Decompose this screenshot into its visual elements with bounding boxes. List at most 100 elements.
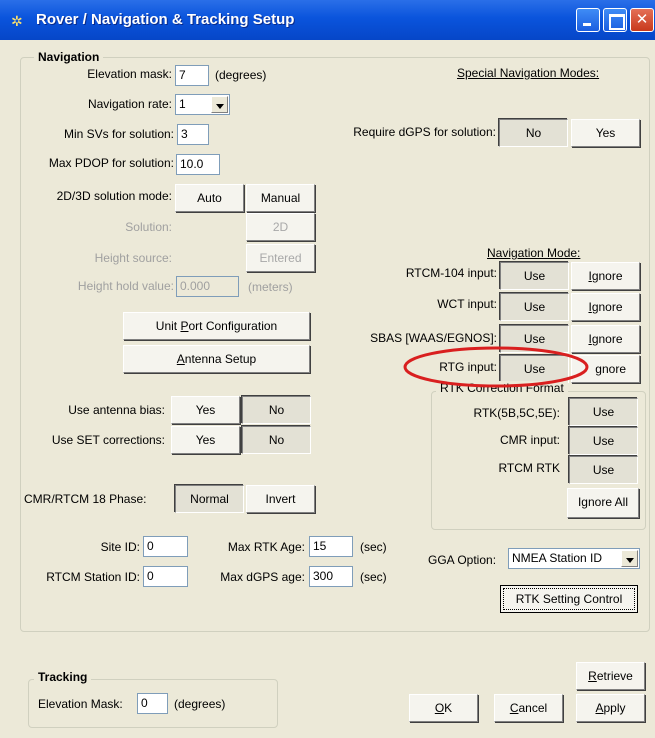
rtcm-rtk-label: RTCM RTK [498,461,560,475]
max-pdop-label: Max PDOP for solution: [48,156,174,170]
min-svs-input[interactable]: 3 [177,124,209,145]
antenna-bias-no-button[interactable]: No [242,396,311,424]
cmr-input-label: CMR input: [499,433,560,447]
gga-option-value: NMEA Station ID [512,551,603,565]
max-dgps-age-input[interactable]: 300 [309,566,353,587]
ok-accel: O [434,701,445,715]
height-source-button[interactable]: Entered [246,244,315,272]
ignore-text: gnore [591,269,623,283]
antenna-setup-button[interactable]: Antenna Setup [123,345,310,373]
navigation-rate-select[interactable]: 1 [175,94,230,115]
wct-input-label: WCT input: [437,297,497,311]
window-title: Rover / Navigation & Tracking Setup [36,11,295,28]
cancel-text: ancel [518,701,548,715]
height-hold-label: Height hold value: [77,279,174,293]
height-hold-input[interactable]: 0.000 [176,276,239,297]
tracking-elevation-unit: (degrees) [174,697,226,711]
title-bar[interactable]: ✲ Rover / Navigation & Tracking Setup ✕ [0,0,655,40]
retrieve-text: etrieve [596,669,633,683]
chevron-down-icon[interactable] [211,96,228,113]
navigation-rate-label: Navigation rate: [87,97,172,111]
rtcm-station-id-label: RTCM Station ID: [46,570,140,584]
minimize-button[interactable] [576,8,600,32]
cmr-phase-normal-button[interactable]: Normal [175,485,244,513]
rtcm-station-id-input[interactable]: 0 [143,566,188,587]
height-source-label: Height source: [94,251,172,265]
satellite-icon: ✲ [11,13,23,29]
gga-option-label: GGA Option: [428,553,497,567]
rtcm104-ignore-button[interactable]: Ignore [571,262,640,290]
tracking-elevation-input[interactable]: 0 [137,693,168,714]
unit-port-text-1: Unit [155,319,181,333]
navigation-mode-heading: Navigation Mode: [487,246,581,260]
apply-text: pply [603,701,626,715]
ignore-all-button[interactable]: Ignore All [567,488,639,518]
ok-text: K [444,701,453,715]
mode-auto-button[interactable]: Auto [175,184,244,212]
rtk-setting-control-button[interactable]: RTK Setting Control [500,585,638,613]
rtg-ignore-button[interactable]: gnore [571,355,640,383]
rtk5b-use-button[interactable]: Use [569,398,638,426]
solution-mode-label: 2D/3D solution mode: [56,189,172,203]
mode-manual-button[interactable]: Manual [246,184,315,212]
gga-option-select[interactable]: NMEA Station ID [508,548,640,569]
unit-port-configuration-button[interactable]: Unit Port Configuration [123,312,310,340]
retrieve-accel: R [588,669,597,683]
solution-2d-button[interactable]: 2D [246,213,315,241]
apply-button[interactable]: Apply [576,694,645,722]
cmr-use-button[interactable]: Use [569,427,638,455]
sbas-use-button[interactable]: Use [500,325,569,353]
max-rtk-age-label: Max RTK Age: [227,540,305,554]
rtk5b-label: RTK(5B,5C,5E): [473,406,560,420]
sbas-ignore-button[interactable]: Ignore [571,325,640,353]
wct-ignore-button[interactable]: Ignore [571,293,640,321]
height-hold-unit: (meters) [248,280,293,294]
max-pdop-input[interactable]: 10.0 [176,154,220,175]
rtk-format-title: RTK Correction Format [436,381,568,395]
elevation-mask-label: Elevation mask: [87,67,172,81]
site-id-label: Site ID: [100,540,140,554]
tracking-elevation-label: Elevation Mask: [38,697,123,711]
navigation-group-title: Navigation [34,50,104,64]
elevation-mask-input[interactable]: 7 [175,65,209,86]
max-rtk-age-unit: (sec) [360,540,387,554]
chevron-down-icon[interactable] [621,550,638,567]
rtcm104-use-button[interactable]: Use [500,262,569,290]
ok-button[interactable]: OK [409,694,478,722]
sbas-input-label: SBAS [WAAS/EGNOS]: [370,331,497,345]
set-corrections-no-button[interactable]: No [242,426,311,454]
ignore-text: gnore [591,332,623,346]
cmr-phase-label: CMR/RTCM 18 Phase: [24,492,147,506]
max-dgps-age-label: Max dGPS age: [220,570,305,584]
elevation-mask-unit: (degrees) [215,68,267,82]
close-button[interactable]: ✕ [630,8,654,32]
tracking-group-title: Tracking [34,670,92,684]
apply-accel: A [595,701,604,715]
rtcm104-input-label: RTCM-104 input: [405,266,497,280]
solution-label: Solution: [125,220,172,234]
cmr-phase-invert-button[interactable]: Invert [246,485,315,513]
antenna-text: ntenna Setup [184,352,257,366]
site-id-input[interactable]: 0 [143,536,188,557]
antenna-accel: A [176,352,185,366]
set-corrections-yes-button[interactable]: Yes [171,426,240,454]
special-modes-heading: Special Navigation Modes: [457,66,600,80]
antenna-bias-yes-button[interactable]: Yes [171,396,240,424]
set-corrections-label: Use SET corrections: [51,433,165,447]
maximize-button[interactable] [603,8,627,32]
antenna-bias-label: Use antenna bias: [68,403,165,417]
ignore-text: gnore [591,300,623,314]
rtg-input-label: RTG input: [439,360,497,374]
rtcm-rtk-use-button[interactable]: Use [569,456,638,484]
min-svs-label: Min SVs for solution: [63,127,174,141]
cancel-button[interactable]: Cancel [494,694,563,722]
max-dgps-age-unit: (sec) [360,570,387,584]
require-dgps-label: Require dGPS for solution: [353,125,496,139]
wct-use-button[interactable]: Use [500,293,569,321]
retrieve-button[interactable]: Retrieve [576,662,645,690]
unit-port-text-2: ort Configuration [188,319,278,333]
require-dgps-no-button[interactable]: No [499,119,568,147]
rtg-use-button[interactable]: Use [500,355,569,383]
max-rtk-age-input[interactable]: 15 [309,536,353,557]
require-dgps-yes-button[interactable]: Yes [571,119,640,147]
